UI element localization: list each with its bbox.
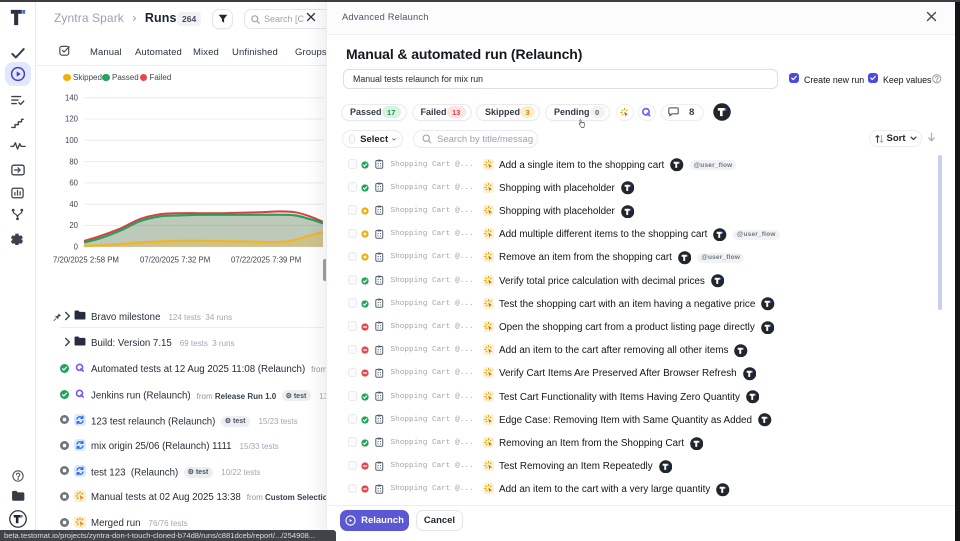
svg-text:20: 20 <box>69 221 78 230</box>
svg-text:40: 40 <box>69 200 78 209</box>
svg-text:100: 100 <box>65 136 79 145</box>
svg-text:140: 140 <box>65 93 79 102</box>
svg-text:60: 60 <box>69 179 78 188</box>
svg-text:120: 120 <box>65 115 79 124</box>
svg-text:7/20/2025 2:58 PM: 7/20/2025 2:58 PM <box>53 256 119 265</box>
svg-text:07/20/2025 7:32 PM: 07/20/2025 7:32 PM <box>140 256 210 265</box>
svg-text:07/22/2025 7:39 PM: 07/22/2025 7:39 PM <box>231 256 301 265</box>
svg-text:0: 0 <box>74 243 79 252</box>
svg-text:80: 80 <box>69 157 78 166</box>
